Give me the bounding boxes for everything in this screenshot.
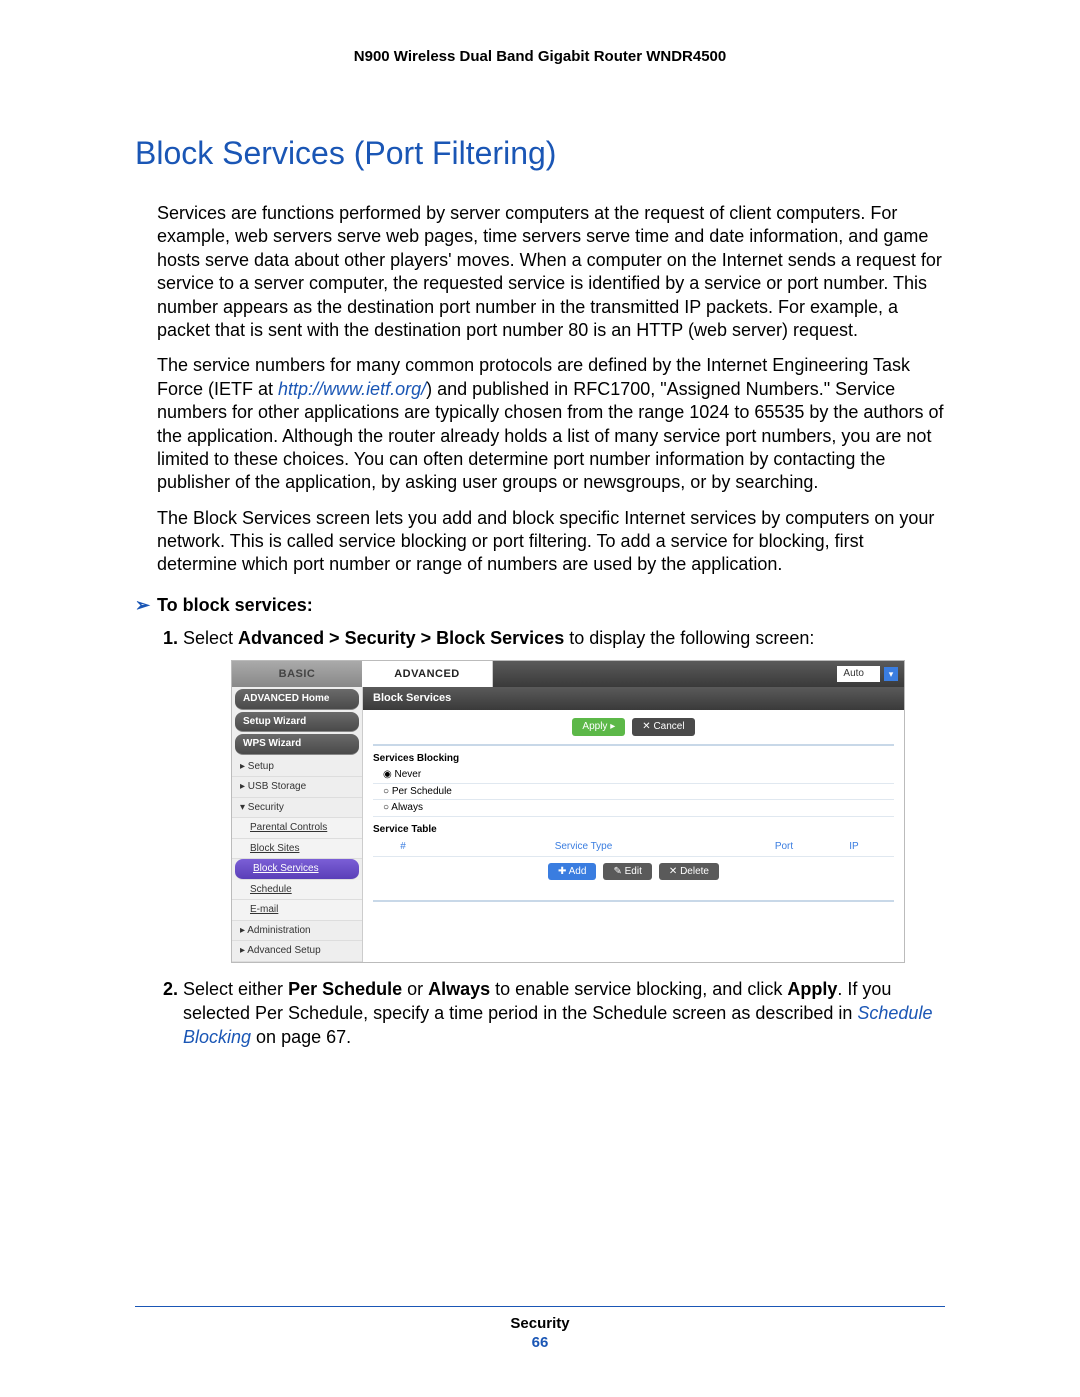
page-footer: Security 66 <box>135 1306 945 1351</box>
tab-basic[interactable]: BASIC <box>232 661 362 687</box>
intro-para-2: The service numbers for many common prot… <box>157 354 945 494</box>
radio-always[interactable]: ○ Always <box>373 800 894 817</box>
step2-f: Apply <box>787 979 837 999</box>
step2-a: Select either <box>183 979 288 999</box>
step-1: Select Advanced > Security > Block Servi… <box>183 626 945 963</box>
footer-page-number: 66 <box>135 1334 945 1351</box>
panel-title: Block Services <box>363 687 904 710</box>
sidebar-advanced-home[interactable]: ADVANCED Home <box>235 689 359 710</box>
sidebar-setup-wizard[interactable]: Setup Wizard <box>235 712 359 733</box>
col-number: # <box>383 840 423 854</box>
sidebar-email[interactable]: E-mail <box>232 900 362 921</box>
section-title: Block Services (Port Filtering) <box>135 135 945 172</box>
sidebar-parental-controls[interactable]: Parental Controls <box>232 818 362 839</box>
step-2: Select either Per Schedule or Always to … <box>183 977 945 1050</box>
services-blocking-label: Services Blocking <box>363 746 904 768</box>
sidebar-schedule[interactable]: Schedule <box>232 880 362 901</box>
step2-c: or <box>402 979 428 999</box>
step2-h: on page 67. <box>251 1027 351 1047</box>
sidebar-block-services[interactable]: Block Services <box>235 859 359 880</box>
procedure-heading: ➢To block services: <box>135 595 945 616</box>
col-ip: IP <box>824 840 884 854</box>
col-port: Port <box>744 840 824 854</box>
step1-post: to display the following screen: <box>564 628 814 648</box>
step1-pre: Select <box>183 628 238 648</box>
refresh-dropdown-icon[interactable]: ▾ <box>884 667 898 681</box>
service-table-label: Service Table <box>363 817 904 839</box>
service-table-header: # Service Type Port IP <box>373 838 894 857</box>
sidebar-usb-storage[interactable]: ▸ USB Storage <box>232 777 362 798</box>
apply-button[interactable]: Apply ▸ <box>572 718 625 736</box>
radio-never[interactable]: ◉ Never <box>373 767 894 784</box>
edit-button[interactable]: ✎ Edit <box>603 863 651 881</box>
step2-b: Per Schedule <box>288 979 402 999</box>
delete-button[interactable]: ✕ Delete <box>659 863 719 881</box>
procedure-title: To block services: <box>157 595 313 615</box>
step2-d: Always <box>428 979 490 999</box>
tab-advanced[interactable]: ADVANCED <box>362 661 493 687</box>
sidebar-advanced-setup[interactable]: ▸ Advanced Setup <box>232 941 362 962</box>
sidebar-administration[interactable]: ▸ Administration <box>232 921 362 942</box>
sidebar-wps-wizard[interactable]: WPS Wizard <box>235 734 359 755</box>
radio-per-schedule[interactable]: ○ Per Schedule <box>373 784 894 801</box>
intro-para-3: The Block Services screen lets you add a… <box>157 507 945 577</box>
sidebar-setup[interactable]: ▸ Setup <box>232 757 362 778</box>
intro-para-1: Services are functions performed by serv… <box>157 202 945 342</box>
footer-section: Security <box>135 1315 945 1332</box>
radio-per-schedule-label: Per Schedule <box>392 786 452 797</box>
ietf-link[interactable]: http://www.ietf.org/ <box>278 379 426 399</box>
doc-header: N900 Wireless Dual Band Gigabit Router W… <box>135 48 945 65</box>
router-ui-screenshot: BASIC ADVANCED Auto ▾ ADVANCED Home Setu… <box>231 660 905 963</box>
add-button[interactable]: ✚ Add <box>548 863 596 881</box>
sidebar-block-sites[interactable]: Block Sites <box>232 839 362 860</box>
router-sidebar: ADVANCED Home Setup Wizard WPS Wizard ▸ … <box>232 687 363 962</box>
refresh-auto-label: Auto <box>837 666 880 682</box>
radio-never-label: Never <box>395 769 422 780</box>
step1-path: Advanced > Security > Block Services <box>238 628 564 648</box>
arrow-icon: ➢ <box>135 595 157 616</box>
col-service-type: Service Type <box>423 840 744 854</box>
step2-e: to enable service blocking, and click <box>490 979 787 999</box>
cancel-button[interactable]: ✕ Cancel <box>632 718 694 736</box>
radio-always-label: Always <box>391 802 423 813</box>
sidebar-security[interactable]: ▾ Security <box>232 798 362 819</box>
